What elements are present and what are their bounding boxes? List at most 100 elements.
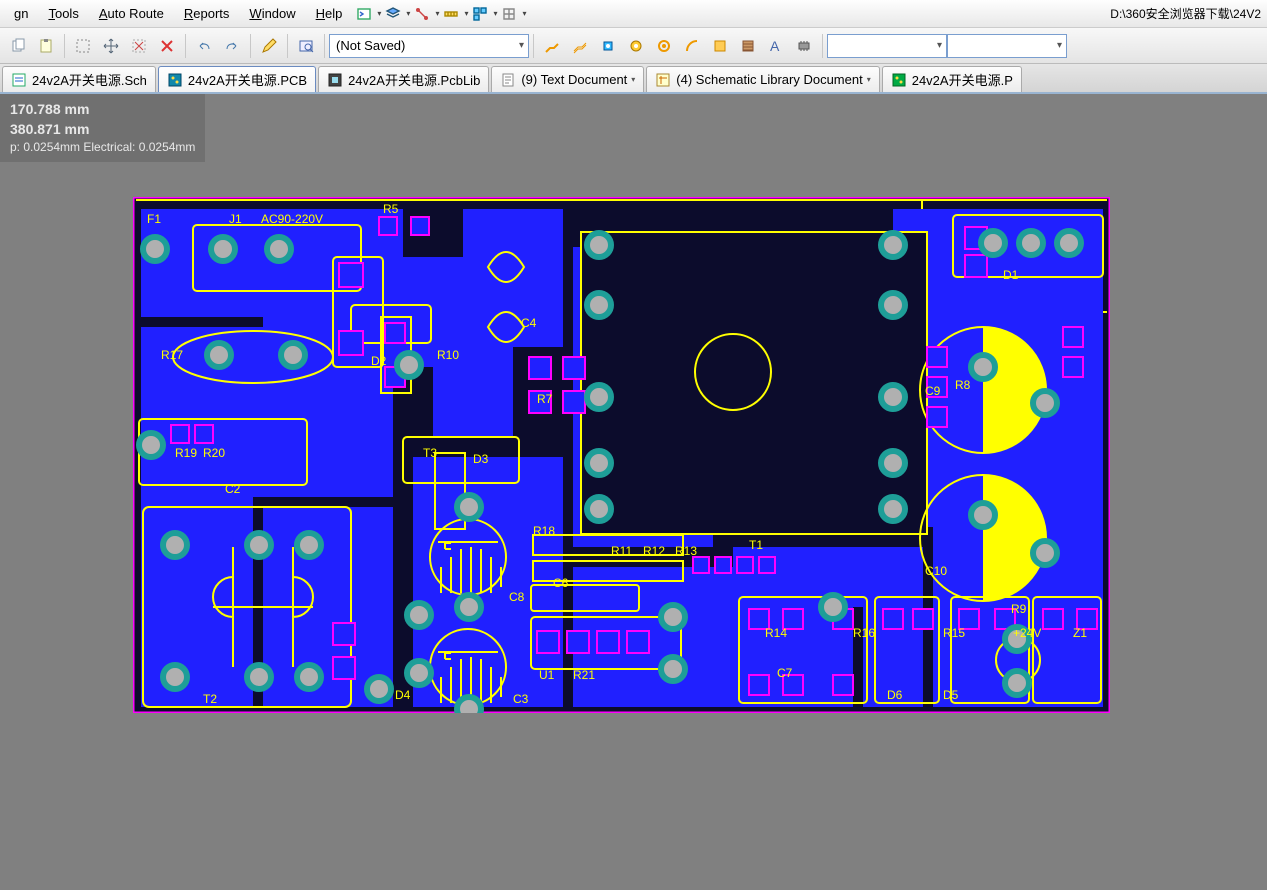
svg-text:C8: C8 bbox=[509, 590, 525, 604]
place-string-button[interactable]: A bbox=[763, 33, 789, 59]
pcb-view[interactable]: F1J1AC90-220VR5C4R17R19R20C2R7R10D2T3D3R… bbox=[133, 197, 1110, 713]
title-path: D:\360安全浏览器下载\24V2 bbox=[1110, 5, 1263, 22]
route-diff-button[interactable] bbox=[567, 33, 593, 59]
toolbar-icon-netlist[interactable] bbox=[411, 3, 433, 25]
svg-text:A: A bbox=[770, 38, 780, 54]
tab-pcblib[interactable]: 24v2A开关电源.PcbLib bbox=[318, 66, 489, 92]
toolbar-icon-grid[interactable] bbox=[498, 3, 520, 25]
svg-text:T2: T2 bbox=[203, 692, 217, 706]
copy-button[interactable] bbox=[5, 33, 31, 59]
svg-text:Z1: Z1 bbox=[1073, 626, 1087, 640]
toolbar-icon-script[interactable] bbox=[353, 3, 375, 25]
svg-text:C7: C7 bbox=[777, 666, 793, 680]
redo-button[interactable] bbox=[219, 33, 245, 59]
tab-label: 24v2A开关电源.PcbLib bbox=[348, 70, 480, 89]
tab-label: 24v2A开关电源.Sch bbox=[32, 70, 147, 89]
svg-text:R17: R17 bbox=[161, 348, 183, 362]
svg-text:R13: R13 bbox=[675, 544, 697, 558]
svg-text:C2: C2 bbox=[225, 482, 241, 496]
svg-text:D6: D6 bbox=[887, 688, 903, 702]
menu-auto-route[interactable]: Auto Route bbox=[89, 4, 174, 23]
pcb-green-icon bbox=[891, 72, 907, 88]
svg-text:R16: R16 bbox=[853, 626, 875, 640]
tab-pcb-2[interactable]: 24v2A开关电源.P bbox=[882, 66, 1022, 92]
toolbar-icon-manager[interactable] bbox=[469, 3, 491, 25]
svg-text:F1: F1 bbox=[147, 212, 161, 226]
svg-text:D2: D2 bbox=[371, 354, 387, 368]
pcb-icon bbox=[167, 72, 183, 88]
svg-text:C4: C4 bbox=[521, 316, 537, 330]
schlib-icon bbox=[655, 72, 671, 88]
chevron-down-icon[interactable]: ▾ bbox=[631, 75, 635, 84]
place-via-button[interactable] bbox=[595, 33, 621, 59]
svg-text:U1: U1 bbox=[539, 668, 555, 682]
svg-text:T1: T1 bbox=[749, 538, 763, 552]
browse-button[interactable] bbox=[293, 33, 319, 59]
pcb-canvas[interactable]: F1J1AC90-220VR5C4R17R19R20C2R7R10D2T3D3R… bbox=[133, 197, 1110, 713]
svg-text:R9: R9 bbox=[1011, 602, 1027, 616]
menu-design[interactable]: gn bbox=[4, 4, 38, 23]
svg-text:R18: R18 bbox=[533, 524, 555, 538]
layer-combo[interactable]: (Not Saved) bbox=[329, 34, 529, 58]
place-poly-button[interactable] bbox=[735, 33, 761, 59]
svg-text:J1: J1 bbox=[229, 212, 242, 226]
svg-text:T3: T3 bbox=[423, 446, 437, 460]
paste-button[interactable] bbox=[33, 33, 59, 59]
svg-text:R11: R11 bbox=[611, 544, 632, 558]
toolbar-icon-measure[interactable] bbox=[440, 3, 462, 25]
svg-text:R21: R21 bbox=[573, 668, 595, 682]
svg-text:D5: D5 bbox=[943, 688, 959, 702]
menu-bar: gn Tools Auto Route Reports Window Help … bbox=[0, 0, 1267, 28]
tab-sch[interactable]: 24v2A开关电源.Sch bbox=[2, 66, 156, 92]
svg-text:C10: C10 bbox=[925, 564, 947, 578]
svg-text:C6: C6 bbox=[553, 576, 569, 590]
pcb-workspace[interactable]: 170.788 mm 380.871 mm p: 0.0254mm Electr… bbox=[0, 94, 1267, 890]
pcblib-icon bbox=[327, 72, 343, 88]
route-track-button[interactable] bbox=[539, 33, 565, 59]
svg-text:D1: D1 bbox=[1003, 268, 1019, 282]
undo-button[interactable] bbox=[191, 33, 217, 59]
svg-text:R8: R8 bbox=[955, 378, 971, 392]
tab-schlib[interactable]: (4) Schematic Library Document ▾ bbox=[646, 66, 879, 92]
tab-label: 24v2A开关电源.PCB bbox=[188, 70, 307, 89]
svg-text:R7: R7 bbox=[537, 392, 553, 406]
move-button[interactable] bbox=[98, 33, 124, 59]
svg-text:R14: R14 bbox=[765, 626, 787, 640]
tab-label: 24v2A开关电源.P bbox=[912, 70, 1013, 89]
place-component-button[interactable] bbox=[791, 33, 817, 59]
chevron-down-icon[interactable]: ▾ bbox=[867, 75, 871, 84]
sch-icon bbox=[11, 72, 27, 88]
menu-window[interactable]: Window bbox=[239, 4, 305, 23]
place-arc-button[interactable] bbox=[679, 33, 705, 59]
snap-info: p: 0.0254mm Electrical: 0.0254mm bbox=[10, 139, 195, 156]
combo-1[interactable] bbox=[827, 34, 947, 58]
deselect-button[interactable] bbox=[126, 33, 152, 59]
menu-tools[interactable]: Tools bbox=[38, 4, 88, 23]
tab-text[interactable]: (9) Text Document ▾ bbox=[491, 66, 644, 92]
menu-reports[interactable]: Reports bbox=[174, 4, 240, 23]
toolbar-icon-layers[interactable] bbox=[382, 3, 404, 25]
tab-label: (4) Schematic Library Document bbox=[676, 72, 862, 87]
svg-text:C3: C3 bbox=[513, 692, 529, 706]
place-fill-button[interactable] bbox=[707, 33, 733, 59]
tab-label: (9) Text Document bbox=[521, 72, 627, 87]
place-pad-button[interactable] bbox=[623, 33, 649, 59]
menu-help[interactable]: Help bbox=[306, 4, 353, 23]
tab-pcb[interactable]: 24v2A开关电源.PCB bbox=[158, 66, 316, 92]
svg-text:R5: R5 bbox=[383, 202, 399, 216]
svg-text:R19: R19 bbox=[175, 446, 197, 460]
svg-text:R20: R20 bbox=[203, 446, 225, 460]
combo-2[interactable] bbox=[947, 34, 1067, 58]
svg-text:AC90-220V: AC90-220V bbox=[261, 212, 323, 226]
svg-text:R15: R15 bbox=[943, 626, 965, 640]
coord-x: 170.788 mm bbox=[10, 100, 195, 120]
text-icon bbox=[500, 72, 516, 88]
clear-button[interactable] bbox=[154, 33, 180, 59]
place-hole-button[interactable] bbox=[651, 33, 677, 59]
svg-text:+24V: +24V bbox=[1013, 626, 1041, 640]
main-toolbar: (Not Saved) A bbox=[0, 28, 1267, 64]
svg-text:C9: C9 bbox=[925, 384, 941, 398]
edit-button[interactable] bbox=[256, 33, 282, 59]
select-rect-button[interactable] bbox=[70, 33, 96, 59]
svg-text:D3: D3 bbox=[473, 452, 489, 466]
